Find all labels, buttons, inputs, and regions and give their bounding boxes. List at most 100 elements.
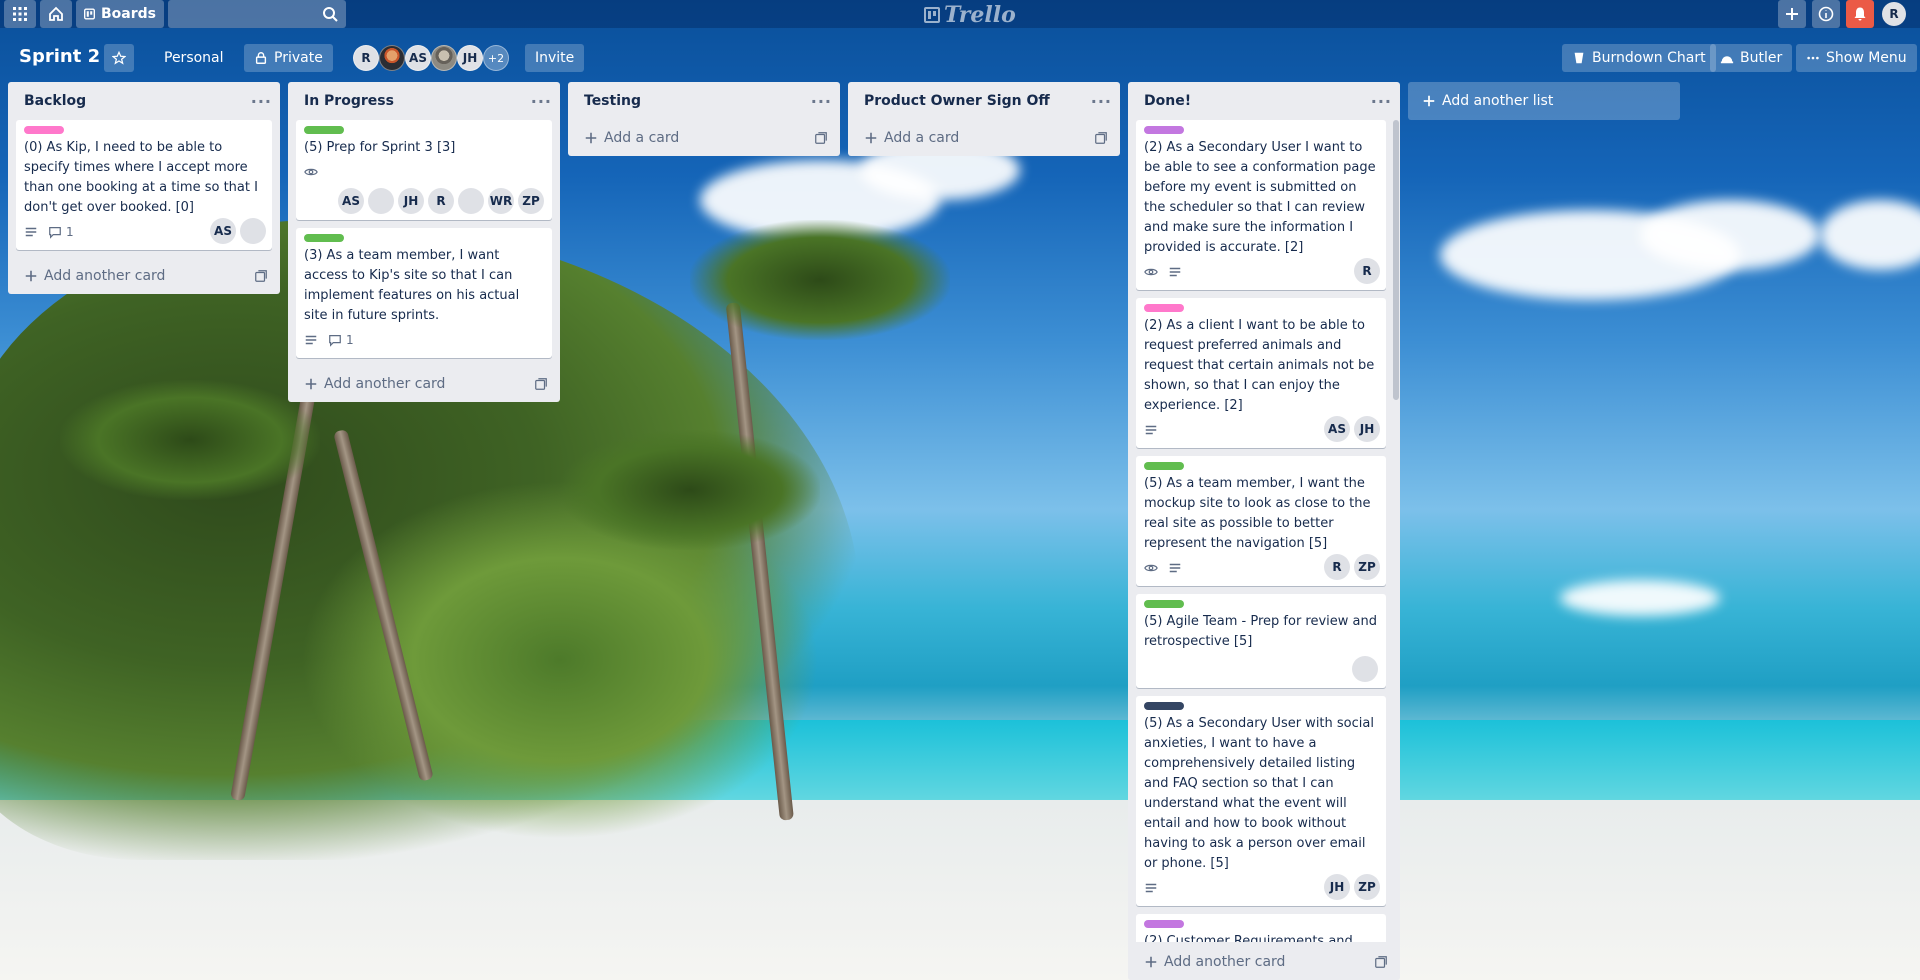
member-avatar-jh[interactable]: JH: [457, 45, 483, 71]
show-menu-button[interactable]: Show Menu: [1796, 44, 1917, 72]
team-button[interactable]: Personal: [154, 44, 234, 72]
trello-logo-icon: [924, 7, 940, 23]
list-menu-button[interactable]: ···: [1091, 92, 1112, 111]
apps-grid-button[interactable]: [4, 0, 36, 28]
logo-text: Trello: [944, 2, 1016, 28]
card-label[interactable]: [1144, 600, 1184, 608]
card-title: (5) As a team member, I want the mockup …: [1144, 476, 1371, 551]
member-avatar-photo[interactable]: [240, 218, 266, 244]
member-avatar-jh[interactable]: JH: [1324, 874, 1350, 900]
add-card-button[interactable]: Add another card: [1128, 944, 1400, 980]
list-title[interactable]: Backlog: [24, 93, 86, 109]
home-button[interactable]: [40, 0, 72, 28]
card[interactable]: (0) As Kip, I need to be able to specify…: [16, 120, 272, 250]
member-avatar-as[interactable]: AS: [1324, 416, 1350, 442]
template-icon[interactable]: [1094, 131, 1108, 145]
butler-button[interactable]: Butler: [1710, 44, 1793, 72]
watch-icon: [1144, 564, 1158, 572]
member-avatar-r[interactable]: R: [1354, 258, 1380, 284]
notifications-button[interactable]: [1846, 0, 1874, 28]
member-avatar-zp[interactable]: ZP: [518, 188, 544, 214]
card-label[interactable]: [1144, 920, 1184, 928]
list-title[interactable]: Product Owner Sign Off: [864, 93, 1050, 109]
card-label[interactable]: [1144, 462, 1184, 470]
watch-icon: [1144, 268, 1158, 276]
team-label: Personal: [164, 50, 224, 66]
member-avatar-zp[interactable]: ZP: [1354, 554, 1380, 580]
star-board-button[interactable]: [104, 44, 134, 72]
visibility-button[interactable]: Private: [244, 44, 333, 72]
card-title: (2) As a Secondary User I want to be abl…: [1144, 140, 1376, 255]
list-menu-button[interactable]: ···: [811, 92, 832, 111]
card[interactable]: (5) Prep for Sprint 3 [3] AS JH R WR ZP: [296, 120, 552, 220]
board-title[interactable]: Sprint 2: [19, 46, 100, 67]
member-avatar-photo[interactable]: [458, 188, 484, 214]
more-members-button[interactable]: +2: [483, 45, 509, 71]
add-list-button[interactable]: Add another list: [1408, 82, 1680, 120]
card-members: R ZP: [1324, 554, 1380, 580]
list-header: Backlog ···: [8, 82, 280, 120]
member-avatar-jh[interactable]: JH: [1354, 416, 1380, 442]
butler-label: Butler: [1740, 50, 1783, 66]
add-card-label: Add another card: [324, 376, 446, 392]
member-avatar-photo-2[interactable]: [368, 188, 394, 214]
scrollbar[interactable]: [1393, 120, 1399, 400]
template-icon[interactable]: [814, 131, 828, 145]
member-avatar-photo-2[interactable]: [431, 45, 457, 71]
member-avatar-photo[interactable]: [379, 45, 405, 71]
card-title: (3) As a team member, I want access to K…: [304, 248, 520, 323]
list-title[interactable]: Done!: [1144, 93, 1191, 109]
list-title[interactable]: Testing: [584, 93, 641, 109]
card-label[interactable]: [1144, 702, 1184, 710]
comment-count: 1: [66, 225, 74, 239]
list-menu-button[interactable]: ···: [1371, 92, 1392, 111]
trello-logo[interactable]: Trello: [924, 2, 1016, 28]
add-card-label: Add a card: [884, 130, 960, 146]
add-card-button[interactable]: Add a card: [848, 120, 1120, 156]
card-label[interactable]: [1144, 126, 1184, 134]
template-icon[interactable]: [1374, 955, 1388, 969]
info-button[interactable]: [1812, 0, 1840, 28]
list-menu-button[interactable]: ···: [251, 92, 272, 111]
burndown-chart-button[interactable]: Burndown Chart: [1562, 44, 1716, 72]
member-avatar-as[interactable]: AS: [210, 218, 236, 244]
card[interactable]: (5) As a team member, I want the mockup …: [1136, 456, 1386, 586]
card[interactable]: (2) As a client I want to be able to req…: [1136, 298, 1386, 448]
card[interactable]: (3) As a team member, I want access to K…: [296, 228, 552, 358]
add-card-button[interactable]: Add another card: [8, 258, 280, 294]
card-label[interactable]: [304, 234, 344, 242]
add-card-button[interactable]: Add another card: [288, 366, 560, 402]
card-title: (2) Customer Requirements and: [1144, 934, 1353, 942]
card-label[interactable]: [24, 126, 64, 134]
add-card-button[interactable]: Add a card: [568, 120, 840, 156]
invite-button[interactable]: Invite: [525, 44, 585, 72]
list-title[interactable]: In Progress: [304, 93, 394, 109]
boards-button[interactable]: Boards: [76, 0, 164, 28]
user-avatar[interactable]: R: [1882, 2, 1906, 26]
list-header: In Progress ···: [288, 82, 560, 120]
member-avatar-photo[interactable]: [1352, 656, 1378, 682]
card[interactable]: (2) As a Secondary User I want to be abl…: [1136, 120, 1386, 290]
member-avatar-zp[interactable]: ZP: [1354, 874, 1380, 900]
member-avatar-wr[interactable]: WR: [488, 188, 514, 214]
member-avatar-as[interactable]: AS: [338, 188, 364, 214]
member-avatar-as[interactable]: AS: [405, 45, 431, 71]
template-icon[interactable]: [254, 269, 268, 283]
card[interactable]: (2) Customer Requirements and: [1136, 914, 1386, 942]
create-button[interactable]: [1778, 0, 1806, 28]
search-input[interactable]: [168, 0, 346, 28]
card[interactable]: (5) Agile Team - Prep for review and ret…: [1136, 594, 1386, 688]
member-avatar-jh[interactable]: JH: [398, 188, 424, 214]
member-avatar-r[interactable]: R: [353, 45, 379, 71]
info-icon: [1818, 6, 1834, 22]
card-label[interactable]: [1144, 304, 1184, 312]
member-avatar-r[interactable]: R: [1324, 554, 1350, 580]
template-icon[interactable]: [534, 377, 548, 391]
member-avatar-r[interactable]: R: [428, 188, 454, 214]
card-label[interactable]: [304, 126, 344, 134]
card[interactable]: (5) As a Secondary User with social anxi…: [1136, 696, 1386, 906]
list-header: Testing ···: [568, 82, 840, 120]
plus-icon: [1786, 8, 1798, 20]
card-members: [1144, 656, 1378, 682]
list-menu-button[interactable]: ···: [531, 92, 552, 111]
